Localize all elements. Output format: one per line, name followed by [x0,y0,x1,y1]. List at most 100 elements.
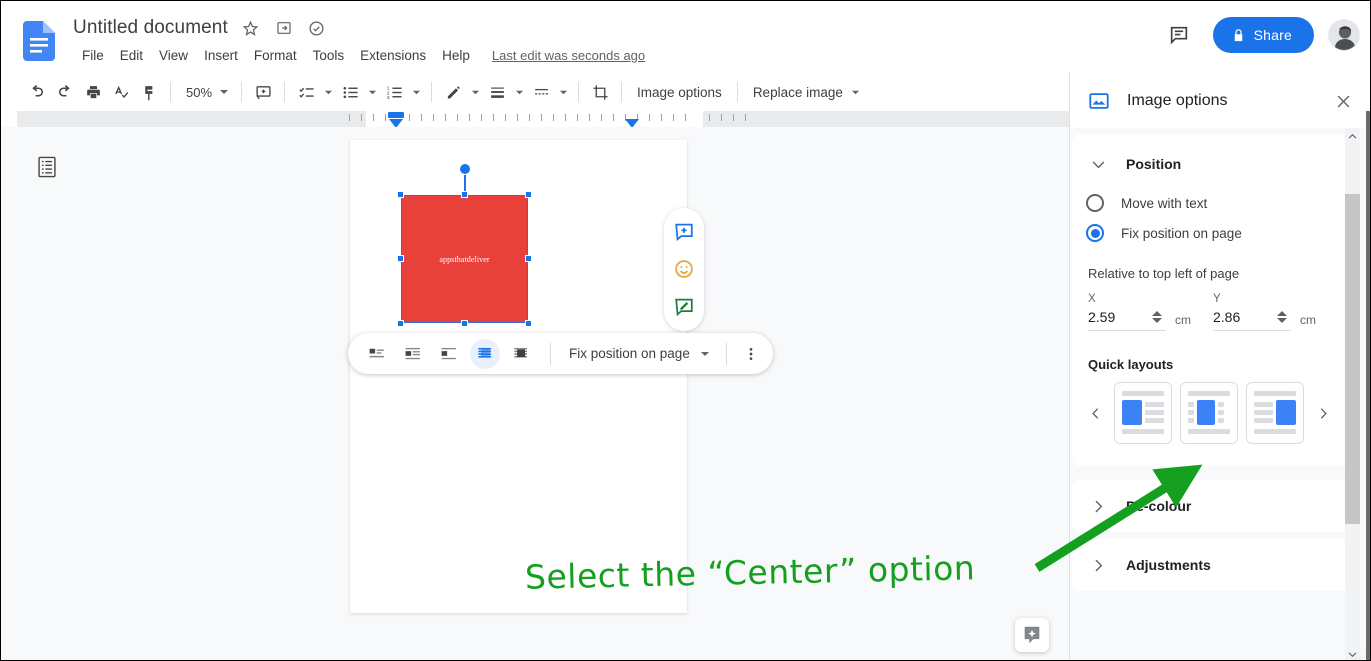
selected-image[interactable]: appsthatdeliver [397,163,532,327]
image-options-button[interactable]: Image options [629,80,730,105]
chevron-left-icon[interactable] [1084,398,1106,428]
undo-icon[interactable] [23,78,51,106]
first-line-indent-marker[interactable] [388,112,404,118]
emoji-reaction-icon[interactable] [669,254,699,284]
radio-fix-position-on-page[interactable]: Fix position on page [1072,218,1352,248]
border-color-dropdown-icon[interactable] [467,79,483,105]
radio-label: Move with text [1121,195,1208,211]
paint-format-icon[interactable] [135,78,163,106]
horizontal-ruler[interactable] [17,111,1069,128]
break-text-icon[interactable] [434,339,464,369]
crop-icon[interactable] [586,78,614,106]
y-input[interactable]: 2.86 [1213,309,1291,331]
y-value: 2.86 [1213,309,1241,325]
toolbar-divider [241,82,242,102]
menu-extensions[interactable]: Extensions [352,46,434,65]
bulleted-list-icon[interactable] [336,78,364,106]
explore-icon[interactable] [1015,618,1049,652]
scrollbar-thumb[interactable] [1345,194,1360,524]
quick-layouts-title: Quick layouts [1088,357,1174,372]
behind-text-icon[interactable] [470,338,500,369]
print-icon[interactable] [79,78,107,106]
menu-view[interactable]: View [151,46,196,65]
numbered-list-dropdown-icon[interactable] [408,79,424,105]
resize-handle-se[interactable] [525,320,532,327]
border-dash-dropdown-icon[interactable] [555,79,571,105]
x-input[interactable]: 2.59 [1088,309,1166,331]
stepper-down-icon[interactable] [1152,318,1162,323]
suggest-edit-icon[interactable] [669,292,699,322]
position-section-header[interactable]: Position [1072,148,1352,180]
insert-image-icon[interactable] [249,78,277,106]
avatar[interactable] [1328,19,1360,51]
zoom-control[interactable]: 50% [178,79,234,105]
replace-image-label: Replace image [752,84,843,100]
menu-bar: File Edit View Insert Format Tools Exten… [74,46,645,65]
stepper-up-icon[interactable] [1277,311,1287,316]
panel-body: Position Move with text Fix position on … [1070,128,1358,660]
image-content[interactable]: appsthatdeliver [401,195,528,323]
radio-move-with-text[interactable]: Move with text [1072,188,1352,218]
chevron-down-icon[interactable] [216,79,232,105]
move-to-folder-icon[interactable] [274,18,294,38]
lock-icon [1231,28,1246,43]
add-comment-icon[interactable] [669,217,699,247]
x-value: 2.59 [1088,309,1116,325]
checklist-icon[interactable] [292,78,320,106]
bulleted-list-dropdown-icon[interactable] [364,79,380,105]
chevron-right-icon[interactable] [1312,398,1334,428]
x-stepper[interactable] [1152,311,1166,323]
x-unit: cm [1175,313,1191,327]
border-weight-icon[interactable] [483,78,511,106]
menu-format[interactable]: Format [246,46,305,65]
scroll-up-icon[interactable] [1345,128,1360,144]
resize-handle-w[interactable] [397,255,404,262]
quick-layout-center[interactable] [1180,382,1238,444]
document-outline-icon[interactable] [34,154,60,180]
resize-handle-n[interactable] [460,191,468,198]
quick-layout-right[interactable] [1246,382,1304,444]
in-front-of-text-icon[interactable] [506,339,536,369]
chevron-down-icon [700,349,710,359]
menu-tools[interactable]: Tools [305,46,353,65]
document-title[interactable]: Untitled document [73,17,228,39]
radio-button [1086,194,1104,212]
stepper-up-icon[interactable] [1152,311,1162,316]
cloud-saved-icon[interactable] [307,18,327,38]
border-weight-dropdown-icon[interactable] [511,79,527,105]
last-edit-status[interactable]: Last edit was seconds ago [492,48,645,63]
resize-handle-sw[interactable] [397,320,404,327]
rotation-handle[interactable] [458,163,471,175]
position-mode-dropdown[interactable]: Fix position on page [561,341,716,366]
close-icon[interactable] [1331,89,1355,113]
border-color-pencil-icon[interactable] [439,78,467,106]
resize-handle-s[interactable] [460,320,468,327]
spellcheck-icon[interactable] [107,78,135,106]
stepper-down-icon[interactable] [1277,318,1287,323]
menu-file[interactable]: File [74,46,112,65]
comment-icon[interactable] [1159,15,1199,55]
resize-handle-nw[interactable] [397,191,404,198]
position-section-title: Position [1126,156,1182,172]
resize-handle-e[interactable] [525,255,532,262]
border-dash-icon[interactable] [527,78,555,106]
toolbar-divider [284,82,285,102]
quick-layouts-row [1072,372,1352,444]
star-icon[interactable] [241,18,261,38]
y-stepper[interactable] [1277,311,1291,323]
redo-icon[interactable] [51,78,79,106]
menu-help[interactable]: Help [434,46,478,65]
checklist-dropdown-icon[interactable] [320,79,336,105]
panel-scrollbar[interactable] [1345,128,1360,660]
xy-coordinates: X 2.59 cm Y 2.86 cm [1072,281,1352,331]
resize-handle-ne[interactable] [525,191,532,198]
share-button[interactable]: Share [1212,17,1314,53]
more-vertical-icon[interactable] [737,340,765,368]
menu-insert[interactable]: Insert [196,46,246,65]
wrap-text-icon[interactable] [398,339,428,369]
quick-layout-left[interactable] [1114,382,1172,444]
menu-edit[interactable]: Edit [112,46,151,65]
inline-wrap-icon[interactable] [362,339,392,369]
numbered-list-icon[interactable]: 123 [380,78,408,106]
replace-image-button[interactable]: Replace image [745,80,868,105]
